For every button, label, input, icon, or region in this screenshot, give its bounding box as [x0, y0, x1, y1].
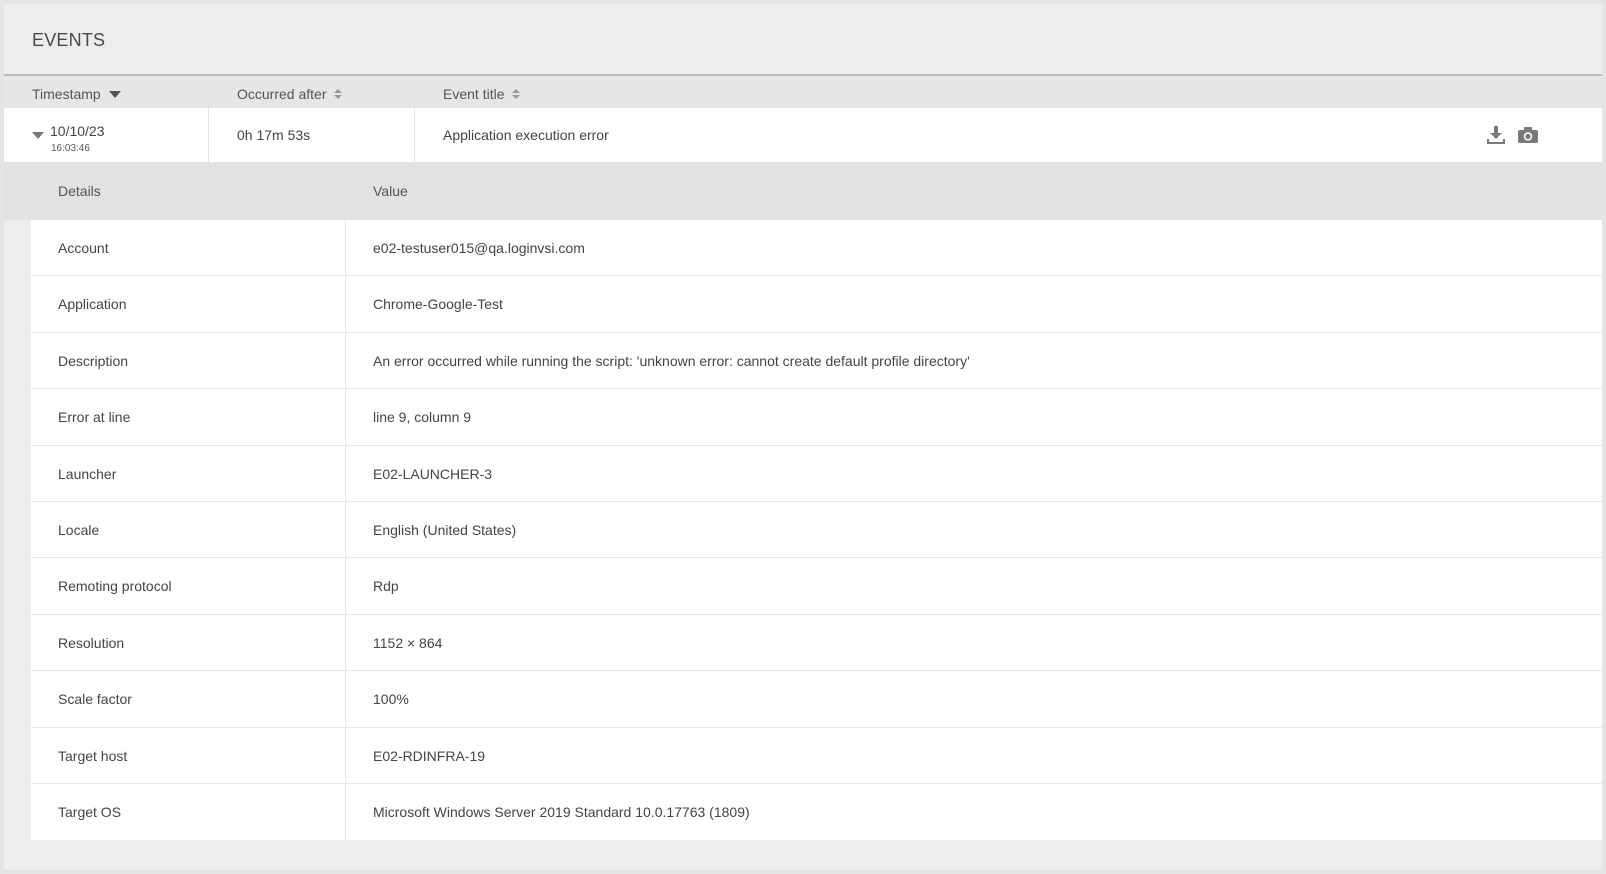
detail-value: 100%	[373, 691, 409, 708]
cell-divider	[345, 220, 346, 276]
detail-value: Rdp	[373, 578, 399, 595]
cell-divider	[345, 727, 346, 783]
detail-key: Remoting protocol	[58, 578, 172, 595]
column-timestamp-label: Timestamp	[32, 86, 101, 102]
column-event-title-label: Event title	[443, 86, 505, 102]
event-occurred-after: 0h 17m 53s	[237, 127, 311, 143]
cell-divider	[414, 108, 415, 162]
detail-key: Resolution	[58, 634, 125, 651]
detail-row: Application Chrome-Google-Test	[31, 276, 1602, 333]
cell-divider	[345, 783, 346, 841]
collapse-chevron-icon[interactable]	[32, 132, 44, 139]
event-time: 16:03:46	[51, 143, 90, 154]
detail-row: Description An error occurred while runni…	[31, 332, 1602, 390]
detail-row: Error at line line 9, column 9	[31, 389, 1602, 446]
detail-row: Target OS Microsoft Windows Server 2019 S…	[31, 783, 1602, 841]
detail-value: 1152 × 864	[373, 634, 443, 651]
event-row[interactable]: 10/10/23 16:03:46 0h 17m 53s Application…	[4, 108, 1602, 162]
sort-icon	[512, 89, 521, 99]
cell-divider	[345, 276, 346, 332]
detail-row: Launcher E02-LAUNCHER-3	[31, 445, 1602, 502]
cell-divider	[345, 445, 346, 501]
detail-value: line 9, column 9	[373, 409, 472, 426]
detail-key: Account	[58, 240, 109, 256]
details-table: Account e02-testuser015@qa.loginvsi.com Ap…	[31, 220, 1602, 841]
camera-icon[interactable]	[1517, 125, 1539, 145]
cell-divider	[345, 671, 346, 727]
detail-key: Description	[58, 352, 129, 369]
column-occurred-after-label: Occurred after	[237, 86, 327, 102]
detail-key: Locale	[58, 521, 100, 538]
detail-value: E02-LAUNCHER-3	[373, 465, 493, 482]
cell-divider	[345, 389, 346, 445]
detail-row: Scale factor 100%	[31, 671, 1602, 728]
detail-row: Locale English (United States)	[31, 501, 1602, 559]
detail-value: E02-RDINFRA-19	[373, 747, 486, 764]
detail-value: An error occurred while running the scri…	[373, 352, 970, 369]
sort-icon	[334, 89, 343, 99]
detail-row: Resolution 1152 × 864	[31, 614, 1602, 672]
detail-row: Remoting protocol Rdp	[31, 558, 1602, 615]
detail-value: e02-testuser015@qa.loginvsi.com	[373, 240, 585, 256]
detail-value: Chrome-Google-Test	[373, 296, 503, 313]
events-panel: EVENTS Timestamp Occurred after Event ti…	[4, 4, 1602, 870]
sort-descending-icon	[108, 90, 121, 98]
cell-divider	[208, 108, 209, 162]
detail-value: Microsoft Windows Server 2019 Standard 1…	[373, 803, 750, 820]
details-header: Details Value	[4, 162, 1602, 220]
panel-title: EVENTS	[32, 30, 106, 50]
value-column-label: Value	[373, 183, 408, 199]
events-column-header: Timestamp Occurred after Event title	[4, 76, 1602, 108]
event-date: 10/10/23	[50, 123, 105, 139]
detail-row: Target host E02-RDINFRA-19	[31, 727, 1602, 784]
cell-divider	[345, 614, 346, 671]
cell-divider	[345, 332, 346, 389]
column-timestamp[interactable]: Timestamp	[32, 86, 121, 102]
event-title: Application execution error	[443, 127, 609, 143]
column-occurred-after[interactable]: Occurred after	[237, 86, 343, 102]
cell-divider	[345, 558, 346, 614]
detail-key: Launcher	[58, 465, 117, 482]
detail-key: Scale factor	[58, 691, 132, 708]
detail-key: Target OS	[58, 803, 122, 820]
detail-value: English (United States)	[373, 521, 517, 538]
column-event-title[interactable]: Event title	[443, 86, 521, 102]
detail-key: Error at line	[58, 409, 131, 426]
detail-key: Target host	[58, 747, 128, 764]
detail-key: Application	[58, 296, 127, 313]
detail-row: Account e02-testuser015@qa.loginvsi.com	[31, 220, 1602, 277]
cell-divider	[345, 501, 346, 558]
details-column-label: Details	[58, 183, 101, 199]
download-icon[interactable]	[1485, 125, 1507, 145]
